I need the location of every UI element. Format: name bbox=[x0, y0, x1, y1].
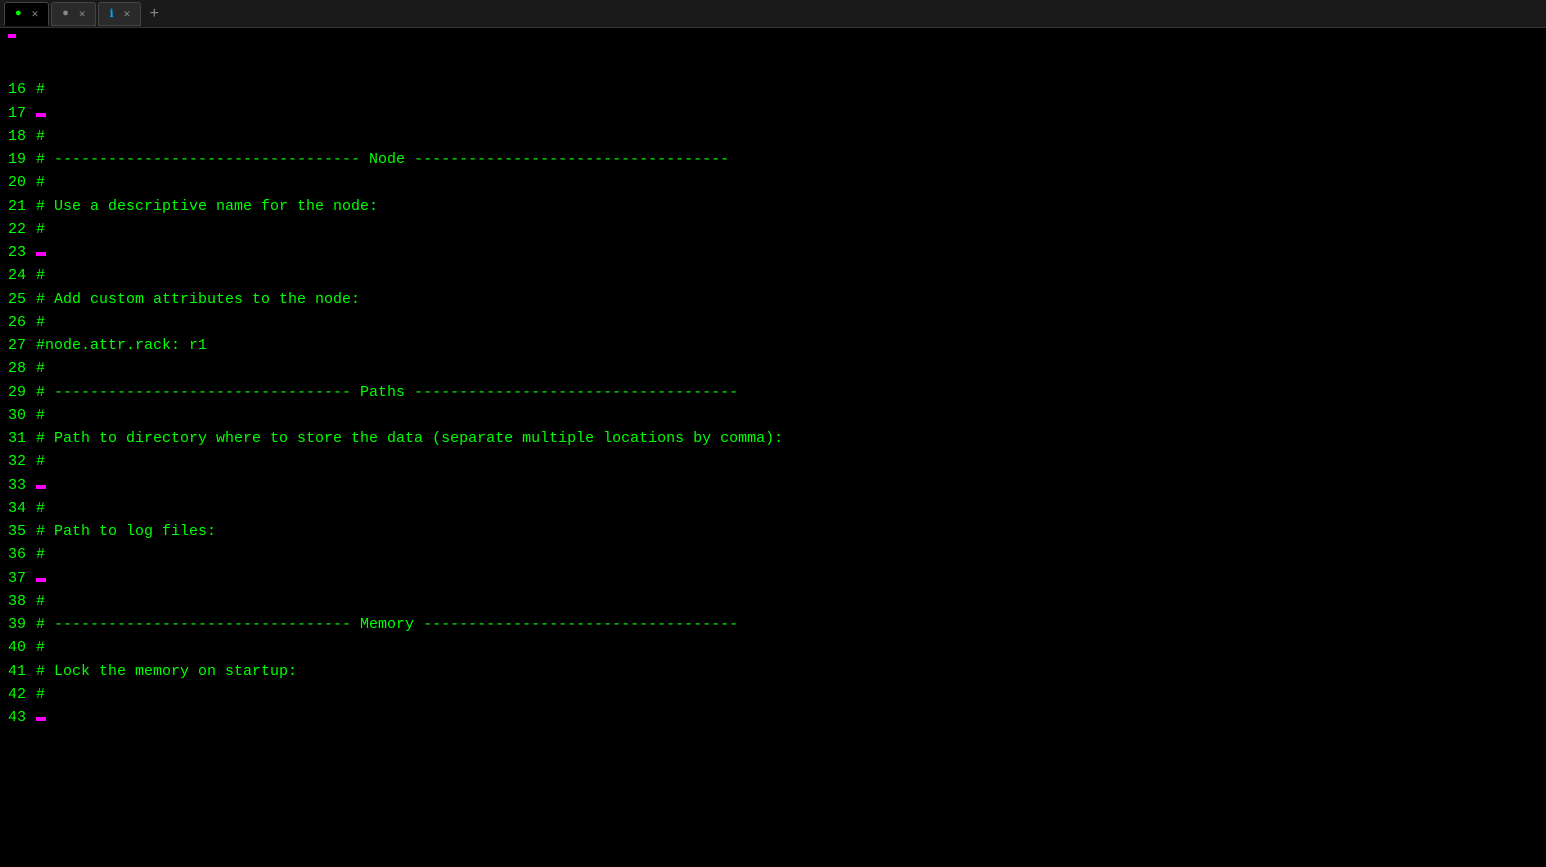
code-line-27: 27 #node.attr.rack: r1 bbox=[8, 334, 1538, 357]
code-line-30: 30 # bbox=[8, 404, 1538, 427]
line-content-31: # Path to directory where to store the d… bbox=[36, 427, 783, 450]
tab-node2-icon: ● bbox=[62, 8, 69, 20]
line-num-35: 35 bbox=[8, 520, 36, 543]
line-content-40: # bbox=[36, 636, 45, 659]
line-num-32: 32 bbox=[8, 450, 36, 473]
code-line-26: 26 # bbox=[8, 311, 1538, 334]
line-num-37: 37 bbox=[8, 567, 36, 590]
line-num-17: 17 bbox=[8, 102, 36, 125]
tab-node2[interactable]: ● ✕ bbox=[51, 2, 96, 26]
line-content-33-boxed bbox=[36, 485, 46, 489]
line-content-30: # bbox=[36, 404, 45, 427]
line-content-32: # bbox=[36, 450, 45, 473]
code-line-31: 31 # Path to directory where to store th… bbox=[8, 427, 1538, 450]
line-content-25: # Add custom attributes to the node: bbox=[36, 288, 360, 311]
line-content-41: # Lock the memory on startup: bbox=[36, 660, 297, 683]
line-num-26: 26 bbox=[8, 311, 36, 334]
line-content-21: # Use a descriptive name for the node: bbox=[36, 195, 378, 218]
line-content-35: # Path to log files: bbox=[36, 520, 216, 543]
line-num-24: 24 bbox=[8, 264, 36, 287]
line-content-43-boxed bbox=[36, 717, 46, 721]
line-content-18: # bbox=[36, 125, 45, 148]
line-content-39: # --------------------------------- Memo… bbox=[36, 613, 738, 636]
tab-node1-close[interactable]: ✕ bbox=[32, 7, 39, 21]
code-line-18: 18 # bbox=[8, 125, 1538, 148]
terminal: 16 # 17 18 # 19 # ----------------------… bbox=[0, 28, 1546, 867]
line-content-27: #node.attr.rack: r1 bbox=[36, 334, 207, 357]
code-line-43: 43 bbox=[8, 706, 1538, 729]
line-num-43: 43 bbox=[8, 706, 36, 729]
line-num-28: 28 bbox=[8, 357, 36, 380]
code-line-25: 25 # Add custom attributes to the node: bbox=[8, 288, 1538, 311]
line-num-38: 38 bbox=[8, 590, 36, 613]
line-content-17-boxed bbox=[36, 113, 46, 117]
code-line-35: 35 # Path to log files: bbox=[8, 520, 1538, 543]
code-line-38: 38 # bbox=[8, 590, 1538, 613]
line-content-28: # bbox=[36, 357, 45, 380]
blank-line-1 bbox=[8, 55, 1538, 78]
code-line-29: 29 # --------------------------------- P… bbox=[8, 381, 1538, 404]
tab-apache-icon: ℹ bbox=[109, 7, 113, 21]
code-line-41: 41 # Lock the memory on startup: bbox=[8, 660, 1538, 683]
line-num-18: 18 bbox=[8, 125, 36, 148]
line-num-19: 19 bbox=[8, 148, 36, 171]
code-line-33: 33 bbox=[8, 474, 1538, 497]
code-line-22: 22 # bbox=[8, 218, 1538, 241]
tab-apache-close[interactable]: ✕ bbox=[124, 7, 131, 21]
line-num-20: 20 bbox=[8, 171, 36, 194]
code-line-21: 21 # Use a descriptive name for the node… bbox=[8, 195, 1538, 218]
line-content-22: # bbox=[36, 218, 45, 241]
line-num-36: 36 bbox=[8, 543, 36, 566]
line-content-26: # bbox=[36, 311, 45, 334]
line-content-19: # ---------------------------------- Nod… bbox=[36, 148, 729, 171]
line-num-40: 40 bbox=[8, 636, 36, 659]
line-num-31: 31 bbox=[8, 427, 36, 450]
line-num-33: 33 bbox=[8, 474, 36, 497]
command-line-1 bbox=[8, 34, 1538, 38]
line-num-29: 29 bbox=[8, 381, 36, 404]
code-line-17: 17 bbox=[8, 102, 1538, 125]
tab-node1-icon: ● bbox=[15, 8, 22, 20]
line-content-37-boxed bbox=[36, 578, 46, 582]
code-line-28: 28 # bbox=[8, 357, 1538, 380]
code-line-16: 16 # bbox=[8, 78, 1538, 101]
tab-bar: ● ✕ ● ✕ ℹ ✕ + bbox=[0, 0, 1546, 28]
line-content-29: # --------------------------------- Path… bbox=[36, 381, 738, 404]
line-num-39: 39 bbox=[8, 613, 36, 636]
code-line-40: 40 # bbox=[8, 636, 1538, 659]
code-line-42: 42 # bbox=[8, 683, 1538, 706]
code-line-32: 32 # bbox=[8, 450, 1538, 473]
tab-add-button[interactable]: + bbox=[143, 3, 165, 25]
tab-node2-close[interactable]: ✕ bbox=[79, 7, 86, 21]
line-num-30: 30 bbox=[8, 404, 36, 427]
line-num-21: 21 bbox=[8, 195, 36, 218]
line-num-34: 34 bbox=[8, 497, 36, 520]
tab-apache[interactable]: ℹ ✕ bbox=[98, 2, 141, 26]
line-num-23: 23 bbox=[8, 241, 36, 264]
code-line-36: 36 # bbox=[8, 543, 1538, 566]
line-content-36: # bbox=[36, 543, 45, 566]
line-content-23-boxed bbox=[36, 252, 46, 256]
line-content-20: # bbox=[36, 171, 45, 194]
line-num-22: 22 bbox=[8, 218, 36, 241]
line-num-16: 16 bbox=[8, 78, 36, 101]
line-content-38: # bbox=[36, 590, 45, 613]
code-line-20: 20 # bbox=[8, 171, 1538, 194]
code-line-23: 23 bbox=[8, 241, 1538, 264]
code-line-19: 19 # ---------------------------------- … bbox=[8, 148, 1538, 171]
code-line-37: 37 bbox=[8, 567, 1538, 590]
line-num-27: 27 bbox=[8, 334, 36, 357]
line-num-25: 25 bbox=[8, 288, 36, 311]
code-line-34: 34 # bbox=[8, 497, 1538, 520]
line-content-24: # bbox=[36, 264, 45, 287]
cmd-cp bbox=[8, 34, 16, 38]
line-content-34: # bbox=[36, 497, 45, 520]
code-line-24: 24 # bbox=[8, 264, 1538, 287]
tab-node1[interactable]: ● ✕ bbox=[4, 2, 49, 26]
line-num-42: 42 bbox=[8, 683, 36, 706]
code-line-39: 39 # --------------------------------- M… bbox=[8, 613, 1538, 636]
line-content-42: # bbox=[36, 683, 45, 706]
line-content-16: # bbox=[36, 78, 45, 101]
line-num-41: 41 bbox=[8, 660, 36, 683]
